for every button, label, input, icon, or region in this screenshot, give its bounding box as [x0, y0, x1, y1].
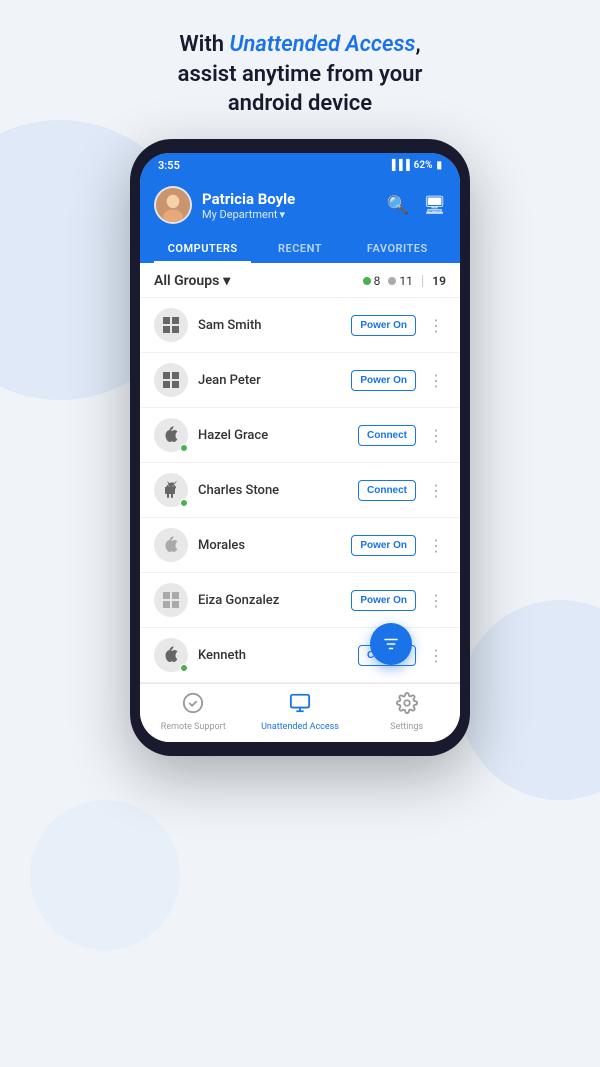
- unattended-access-icon: [289, 692, 311, 719]
- search-icon[interactable]: 🔍: [387, 195, 409, 216]
- computer-icon-apple: [154, 418, 188, 452]
- more-options-icon[interactable]: ⋮: [426, 371, 446, 390]
- computer-icon-windows: [154, 308, 188, 342]
- computer-item-morales: Morales Power On ⋮: [140, 518, 460, 573]
- groups-row: All Groups ▾ 8 11: [140, 263, 460, 298]
- more-options-icon[interactable]: ⋮: [426, 481, 446, 500]
- power-on-button[interactable]: Power On: [351, 590, 416, 611]
- computer-icon-windows: [154, 583, 188, 617]
- computer-name: Morales: [198, 538, 341, 553]
- header-text-2: ,: [416, 32, 421, 57]
- nav-settings[interactable]: Settings: [353, 692, 460, 732]
- tab-computers[interactable]: COMPUTERS: [154, 234, 251, 263]
- computer-item-sam-smith: Sam Smith Power On ⋮: [140, 298, 460, 353]
- phone-frame: 3:55 ▐▐▐ 62% ▮: [130, 139, 470, 756]
- online-indicator: [180, 664, 188, 672]
- computer-name: Sam Smith: [198, 318, 341, 333]
- avatar-image: [156, 188, 190, 222]
- user-info: Patricia Boyle My Department ▾: [154, 186, 295, 224]
- computer-name: Kenneth: [198, 648, 348, 663]
- header-line3: android device: [228, 91, 372, 116]
- computer-name: Eiza Gonzalez: [198, 593, 341, 608]
- more-options-icon[interactable]: ⋮: [426, 316, 446, 335]
- computer-item-kenneth: Kenneth Connect ⋮: [140, 628, 460, 683]
- user-details: Patricia Boyle My Department ▾: [202, 190, 295, 221]
- user-department: My Department ▾: [202, 208, 295, 221]
- nav-label-settings: Settings: [390, 722, 423, 732]
- header-text-1: With: [179, 32, 229, 57]
- online-stat: 8: [363, 274, 381, 288]
- computer-icon-apple: [154, 638, 188, 672]
- online-indicator: [180, 444, 188, 452]
- nav-label-unattended: Unattended Access: [261, 722, 339, 732]
- nav-label-remote: Remote Support: [161, 722, 226, 732]
- app-tabs: COMPUTERS RECENT FAVORITES: [154, 234, 446, 263]
- header-line2: assist anytime from your: [178, 62, 423, 87]
- more-options-icon[interactable]: ⋮: [426, 536, 446, 555]
- connect-button[interactable]: Connect: [358, 480, 416, 501]
- power-on-button[interactable]: Power On: [351, 370, 416, 391]
- chevron-down-icon: ▾: [280, 208, 286, 221]
- app-header: Patricia Boyle My Department ▾ 🔍 🖥: [140, 178, 460, 263]
- page-header: With Unattended Access, assist anytime f…: [138, 0, 463, 139]
- stat-divider: |: [421, 273, 424, 289]
- computer-item-eiza-gonzalez: Eiza Gonzalez Power On ⋮: [140, 573, 460, 628]
- computer-list: Sam Smith Power On ⋮ Jean Peter Power: [140, 298, 460, 683]
- computer-name: Charles Stone: [198, 483, 348, 498]
- header-icons: 🔍 🖥: [387, 195, 446, 216]
- groups-stats: 8 11 | 19: [363, 273, 446, 289]
- tab-favorites[interactable]: FAVORITES: [349, 234, 446, 263]
- nav-remote-support[interactable]: Remote Support: [140, 692, 247, 732]
- monitor-icon[interactable]: 🖥: [423, 195, 446, 216]
- bottom-nav: Remote Support Unattended Access: [140, 683, 460, 742]
- status-bar: 3:55 ▐▐▐ 62% ▮: [140, 153, 460, 178]
- more-options-icon[interactable]: ⋮: [426, 591, 446, 610]
- power-on-button[interactable]: Power On: [351, 535, 416, 556]
- computer-icon-android: [154, 473, 188, 507]
- more-options-icon[interactable]: ⋮: [426, 646, 446, 665]
- tab-recent[interactable]: RECENT: [251, 234, 348, 263]
- user-avatar: [154, 186, 192, 224]
- power-on-button[interactable]: Power On: [351, 315, 416, 336]
- groups-label: All Groups: [154, 273, 219, 289]
- header-highlight: Unattended Access: [229, 32, 415, 57]
- computer-item-hazel-grace: Hazel Grace Connect ⋮: [140, 408, 460, 463]
- computer-name: Hazel Grace: [198, 428, 348, 443]
- offline-count: 11: [399, 274, 413, 288]
- online-indicator: [180, 499, 188, 507]
- battery-level: 62%: [414, 160, 433, 171]
- total-count: 19: [432, 274, 446, 288]
- connect-button[interactable]: Connect: [358, 425, 416, 446]
- groups-chevron-icon: ▾: [223, 273, 230, 289]
- computer-name: Jean Peter: [198, 373, 341, 388]
- filter-fab-button[interactable]: [370, 623, 412, 665]
- remote-support-icon: [182, 692, 204, 719]
- computer-item-charles-stone: Charles Stone Connect ⋮: [140, 463, 460, 518]
- signal-icon: ▐▐▐: [388, 160, 409, 171]
- content-area: All Groups ▾ 8 11: [140, 263, 460, 683]
- offline-stat: 11: [388, 274, 413, 288]
- online-dot: [363, 277, 371, 285]
- computer-icon-apple: [154, 528, 188, 562]
- computer-item-jean-peter: Jean Peter Power On ⋮: [140, 353, 460, 408]
- status-time: 3:55: [158, 159, 180, 172]
- nav-unattended-access[interactable]: Unattended Access: [247, 692, 354, 732]
- groups-selector[interactable]: All Groups ▾: [154, 273, 230, 289]
- battery-icon: ▮: [436, 160, 442, 171]
- offline-dot: [388, 277, 396, 285]
- online-count: 8: [374, 274, 381, 288]
- computer-icon-windows: [154, 363, 188, 397]
- settings-icon: [396, 692, 418, 719]
- user-name: Patricia Boyle: [202, 190, 295, 208]
- more-options-icon[interactable]: ⋮: [426, 426, 446, 445]
